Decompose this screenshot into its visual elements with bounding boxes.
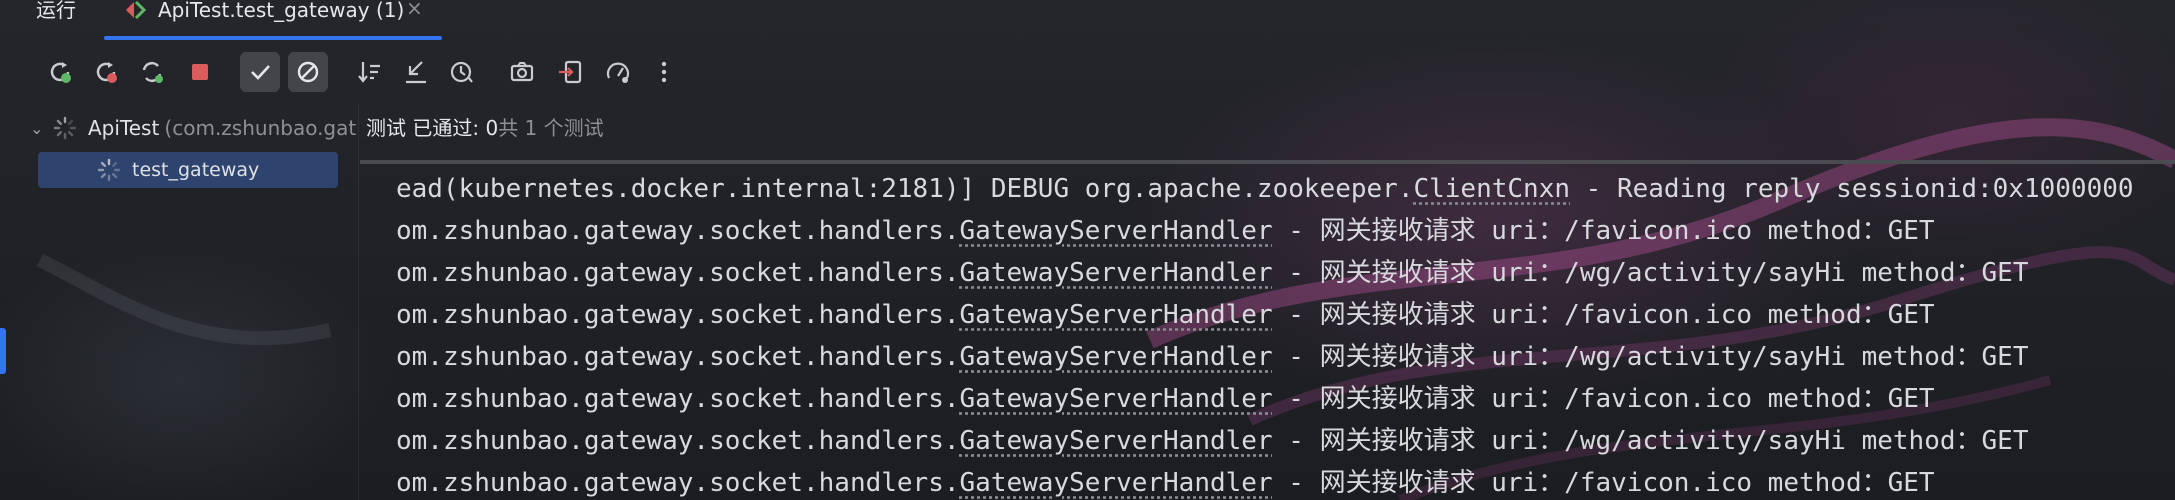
tab-label: ApiTest.test_gateway (1): [158, 0, 405, 22]
test-runner-toolbar: [0, 52, 2175, 96]
console-line: om.zshunbao.gateway.socket.handlers.Gate…: [396, 300, 1935, 330]
tree-node-apitest[interactable]: ⌄ ApiTest (com.zshunbao.gat: [30, 110, 356, 146]
show-passed-check-icon: [251, 65, 270, 80]
collapse-all-icon: [406, 61, 426, 84]
screenshot-button[interactable]: [502, 52, 542, 92]
class-link[interactable]: GatewayServerHandler: [960, 258, 1273, 288]
tree-node-test-gateway[interactable]: test_gateway: [38, 152, 338, 188]
console-line: om.zshunbao.gateway.socket.handlers.Gate…: [396, 342, 2029, 372]
class-link[interactable]: GatewayServerHandler: [960, 426, 1273, 456]
sort-by-duration-icon: [450, 61, 473, 83]
status-passed-text: 测试 已通过: 0: [366, 116, 499, 140]
run-tool-window-title: 运行: [36, 0, 76, 22]
show-ignored-toggle[interactable]: [288, 52, 328, 92]
active-tab-indicator: [104, 36, 442, 40]
rerun-failed-button[interactable]: [86, 52, 126, 92]
screenshot-camera-icon: [510, 62, 534, 82]
test-config-icon: [126, 0, 147, 20]
more-options-button[interactable]: [644, 52, 684, 92]
stop-icon: [192, 64, 208, 80]
console-line: om.zshunbao.gateway.socket.handlers.Gate…: [396, 258, 2029, 288]
show-passed-toggle[interactable]: [240, 52, 280, 92]
import-tests-icon: [559, 60, 582, 84]
left-gutter-marker: [0, 328, 6, 374]
sort-alphabetically-button[interactable]: [350, 52, 390, 92]
test-status-summary: 测试 已通过: 0共 1 个测试: [366, 112, 604, 142]
console-output[interactable]: ead(kubernetes.docker.internal:2181)] DE…: [360, 168, 2175, 500]
test-results-tree: ⌄ ApiTest (com.zshunbao.gat test_gateway: [0, 104, 356, 500]
console-line: om.zshunbao.gateway.socket.handlers.Gate…: [396, 426, 2029, 456]
more-options-icon: [661, 61, 667, 83]
test-history-gauge-icon: [606, 62, 630, 83]
status-total-count: 共 1 个测试: [498, 116, 604, 140]
splitter[interactable]: [358, 104, 359, 500]
toggle-auto-test-button[interactable]: [132, 52, 172, 92]
tree-node-label: ApiTest: [88, 116, 160, 140]
console-line: om.zshunbao.gateway.socket.handlers.Gate…: [396, 216, 1935, 246]
show-ignored-icon: [297, 61, 319, 83]
test-history-button[interactable]: [598, 52, 638, 92]
import-tests-button[interactable]: [550, 52, 590, 92]
console-line: om.zshunbao.gateway.socket.handlers.Gate…: [396, 384, 1935, 414]
sort-alphabetically-icon: [358, 62, 380, 83]
console-line: om.zshunbao.gateway.socket.handlers.Gate…: [396, 468, 1935, 498]
rerun-button[interactable]: [40, 52, 80, 92]
class-link[interactable]: GatewayServerHandler: [960, 300, 1273, 330]
console-top-border: [360, 160, 2175, 164]
run-tool-window-tabbar: 运行 ApiTest.test_gateway (1) ×: [0, 0, 2175, 42]
console-line: ead(kubernetes.docker.internal:2181)] DE…: [396, 174, 2134, 204]
running-spinner-icon: [97, 158, 121, 182]
tree-node-label: test_gateway: [132, 159, 260, 181]
class-link[interactable]: GatewayServerHandler: [960, 384, 1273, 414]
rerun-icon: [50, 62, 71, 83]
collapse-all-button[interactable]: [396, 52, 436, 92]
rerun-failed-icon: [96, 62, 117, 83]
running-spinner-icon: [53, 116, 77, 140]
toggle-auto-test-icon: [142, 61, 163, 83]
tab-close-icon[interactable]: ×: [406, 0, 423, 18]
sort-by-duration-button[interactable]: [442, 52, 482, 92]
class-link[interactable]: ClientCnxn: [1413, 174, 1570, 204]
class-link[interactable]: GatewayServerHandler: [960, 342, 1273, 372]
class-link[interactable]: GatewayServerHandler: [960, 468, 1273, 498]
class-link[interactable]: GatewayServerHandler: [960, 216, 1273, 246]
stop-button[interactable]: [180, 52, 220, 92]
tree-node-package: (com.zshunbao.gat: [164, 116, 357, 140]
chevron-down-icon[interactable]: ⌄: [30, 119, 52, 138]
